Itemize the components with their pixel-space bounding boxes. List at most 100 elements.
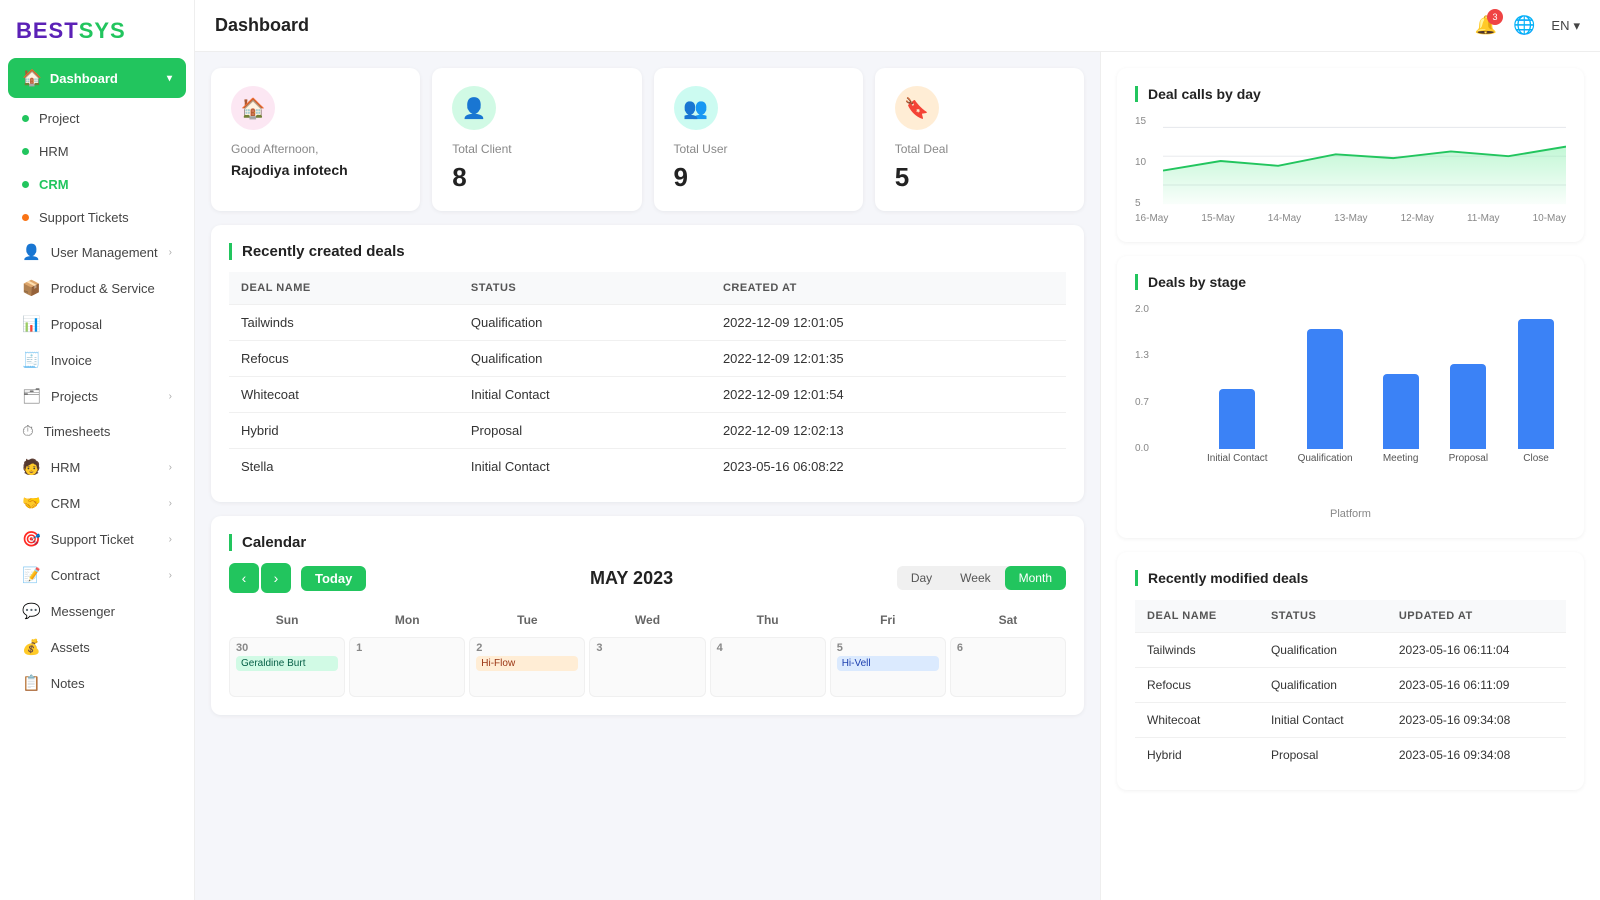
- cal-header-tue: Tue: [469, 607, 585, 633]
- cal-month-label: MAY 2023: [376, 568, 887, 589]
- col-rm-deal-name: DEAL NAME: [1135, 600, 1259, 633]
- cal-next-button[interactable]: ›: [261, 563, 291, 593]
- sidebar-item-hrm[interactable]: HRM: [6, 136, 188, 167]
- sidebar-item-projects[interactable]: 🗂 Projects ›: [6, 379, 188, 413]
- bar: [1450, 364, 1486, 449]
- timesheets-icon: ⏱: [22, 423, 34, 440]
- status-cell: Qualification: [1259, 668, 1387, 703]
- status-cell: Initial Contact: [1259, 703, 1387, 738]
- sidebar-item-label: HRM: [51, 460, 81, 475]
- sidebar-item-user-management[interactable]: 👤 User Management ›: [6, 235, 188, 269]
- cal-header-fri: Fri: [830, 607, 946, 633]
- deal-calls-chart-section: Deal calls by day 15 10 5: [1117, 68, 1584, 242]
- stat-card-total-client: 👤 Total Client 8: [432, 68, 641, 211]
- hrm-icon: 🧑: [22, 458, 41, 476]
- bar: [1219, 389, 1255, 449]
- bar: [1518, 319, 1554, 449]
- sidebar-item-notes[interactable]: 📋 Notes: [6, 666, 188, 700]
- cal-cell-30[interactable]: 30 Geraldine Burt: [229, 637, 345, 697]
- sidebar-item-support-ticket[interactable]: 🎯 Support Ticket ›: [6, 522, 188, 556]
- client-icon: 👤: [452, 86, 496, 130]
- sidebar-item-contract[interactable]: 📝 Contract ›: [6, 558, 188, 592]
- notification-bell[interactable]: 🔔 3: [1475, 15, 1497, 36]
- cal-cell-4[interactable]: 4: [710, 637, 826, 697]
- x-axis-labels: 16-May 15-May 14-May 13-May 12-May 11-Ma…: [1135, 213, 1566, 224]
- bar: [1307, 329, 1343, 449]
- sidebar-item-label: Product & Service: [51, 281, 155, 296]
- bar-label: Proposal: [1449, 453, 1488, 464]
- cal-view-buttons: Day Week Month: [897, 566, 1066, 590]
- cal-prev-button[interactable]: ‹: [229, 563, 259, 593]
- dot-icon: [22, 148, 29, 155]
- created-at-cell: 2022-12-09 12:01:35: [711, 341, 1066, 377]
- crm2-icon: 🤝: [22, 494, 41, 512]
- cal-cell-1[interactable]: 1: [349, 637, 465, 697]
- cal-nav: ‹ ›: [229, 563, 291, 593]
- y-axis-labels: 15 10 5: [1135, 116, 1150, 209]
- total-client-label: Total Client: [452, 142, 621, 156]
- chevron-right-icon: ›: [169, 247, 172, 258]
- greeting-label: Good Afternoon,: [231, 142, 400, 156]
- deal-name-cell: Whitecoat: [229, 377, 459, 413]
- sidebar-item-messenger[interactable]: 💬 Messenger: [6, 594, 188, 628]
- cal-cell-3[interactable]: 3: [589, 637, 705, 697]
- table-row: Hybrid Proposal 2023-05-16 09:34:08: [1135, 738, 1566, 773]
- sidebar-item-dashboard[interactable]: 🏠 Dashboard ▾: [8, 58, 186, 98]
- page-title: Dashboard: [215, 15, 309, 36]
- chevron-right-icon: ›: [169, 498, 172, 509]
- user-mgmt-icon: 👤: [22, 243, 41, 261]
- cal-cell-6[interactable]: 6: [950, 637, 1066, 697]
- sidebar-item-label: Assets: [51, 640, 90, 655]
- sidebar-item-crm[interactable]: CRM: [6, 169, 188, 200]
- stat-card-total-deal: 🔖 Total Deal 5: [875, 68, 1084, 211]
- today-button[interactable]: Today: [301, 566, 366, 591]
- sidebar-item-support-tickets[interactable]: Support Tickets: [6, 202, 188, 233]
- sidebar-item-proposal[interactable]: 📊 Proposal: [6, 307, 188, 341]
- total-deal-value: 5: [895, 162, 1064, 193]
- cal-day-button[interactable]: Day: [897, 566, 946, 590]
- recently-modified-title: Recently modified deals: [1135, 570, 1566, 586]
- sidebar-item-hrm2[interactable]: 🧑 HRM ›: [6, 450, 188, 484]
- col-created-at: CREATED AT: [711, 272, 1066, 305]
- language-button[interactable]: EN ▾: [1551, 18, 1580, 34]
- sidebar-item-label: HRM: [39, 144, 69, 159]
- product-icon: 📦: [22, 279, 41, 297]
- notes-icon: 📋: [22, 674, 41, 692]
- cal-cell-2[interactable]: 2 Hi-Flow: [469, 637, 585, 697]
- cal-month-button[interactable]: Month: [1005, 566, 1066, 590]
- bar: [1383, 374, 1419, 449]
- center-panel: 🏠 Good Afternoon, Rajodiya infotech 👤 To…: [195, 52, 1100, 900]
- right-panel: Deal calls by day 15 10 5: [1100, 52, 1600, 900]
- sidebar-item-label: Support Ticket: [51, 532, 134, 547]
- deal-name-cell: Hybrid: [229, 413, 459, 449]
- col-rm-updated-at: UPDATED AT: [1387, 600, 1566, 633]
- table-row: Stella Initial Contact 2023-05-16 06:08:…: [229, 449, 1066, 485]
- stat-card-total-user: 👥 Total User 9: [654, 68, 863, 211]
- table-row: Whitecoat Initial Contact 2023-05-16 09:…: [1135, 703, 1566, 738]
- sidebar-item-label: Support Tickets: [39, 210, 129, 225]
- sidebar-item-label: Notes: [51, 676, 85, 691]
- globe-icon[interactable]: 🌐: [1513, 15, 1535, 36]
- cal-event: Hi-Vell: [837, 656, 939, 671]
- recently-modified-deals-section: Recently modified deals DEAL NAME STATUS…: [1117, 552, 1584, 790]
- sidebar-item-timesheets[interactable]: ⏱ Timesheets: [6, 415, 188, 448]
- sidebar-item-assets[interactable]: 💰 Assets: [6, 630, 188, 664]
- bar-label: Meeting: [1383, 453, 1419, 464]
- sidebar-item-project[interactable]: Project: [6, 103, 188, 134]
- cal-week-button[interactable]: Week: [946, 566, 1004, 590]
- deal-calls-chart-title: Deal calls by day: [1135, 86, 1566, 102]
- sidebar: BESTSYS 🏠 Dashboard ▾ Project HRM CRM Su…: [0, 0, 195, 900]
- chevron-right-icon: ›: [169, 391, 172, 402]
- sidebar-item-crm2[interactable]: 🤝 CRM ›: [6, 486, 188, 520]
- bar-qualification: Qualification: [1298, 329, 1353, 464]
- sidebar-dashboard-label: Dashboard: [50, 71, 118, 86]
- topbar: Dashboard 🔔 3 🌐 EN ▾: [195, 0, 1600, 52]
- cal-cell-5[interactable]: 5 Hi-Vell: [830, 637, 946, 697]
- sidebar-item-label: Projects: [51, 389, 98, 404]
- sidebar-item-product-service[interactable]: 📦 Product & Service: [6, 271, 188, 305]
- bar-close: Close: [1518, 319, 1554, 464]
- total-user-label: Total User: [674, 142, 843, 156]
- sidebar-item-invoice[interactable]: 🧾 Invoice: [6, 343, 188, 377]
- chevron-right-icon: ›: [169, 462, 172, 473]
- status-cell: Proposal: [1259, 738, 1387, 773]
